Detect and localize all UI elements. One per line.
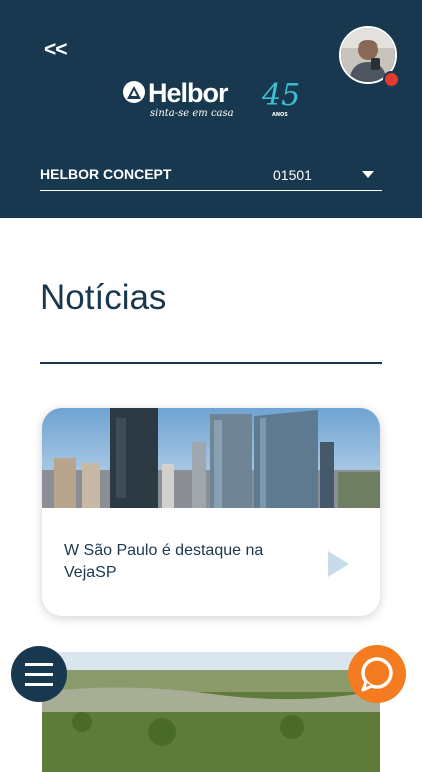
logo-years-label: ANOS [272,112,288,118]
chat-button[interactable] [348,645,406,703]
page-title: Notícias [40,278,167,317]
play-icon[interactable] [328,551,349,577]
hamburger-icon [25,663,53,666]
caret-down-icon [362,171,374,178]
app-header: << Helbor sinta-se em casa 45 ANOS HELBO… [0,0,422,218]
logo-tagline: sinta-se em casa [150,108,234,119]
unit-code: 01501 [273,167,312,183]
logo-name: Helbor [148,78,229,108]
menu-button[interactable] [11,646,67,702]
project-selector[interactable]: HELBOR CONCEPT 01501 [40,160,382,191]
logo-years: 45 [262,78,301,113]
logo-mark-icon [123,81,145,103]
news-image [42,408,380,508]
status-dot [383,71,400,88]
news-card[interactable] [42,652,380,772]
title-divider [40,362,382,364]
hamburger-icon [25,673,53,676]
project-name: HELBOR CONCEPT [40,166,172,182]
news-caption: W São Paulo é destaque na VejaSP [64,542,264,581]
back-button[interactable]: << [44,38,68,62]
news-image [42,652,380,772]
news-card[interactable]: W São Paulo é destaque na VejaSP [42,408,380,616]
helbor-logo: Helbor sinta-se em casa 45 ANOS [122,76,302,124]
hamburger-icon [25,683,53,686]
chat-bubble-icon [361,657,393,692]
